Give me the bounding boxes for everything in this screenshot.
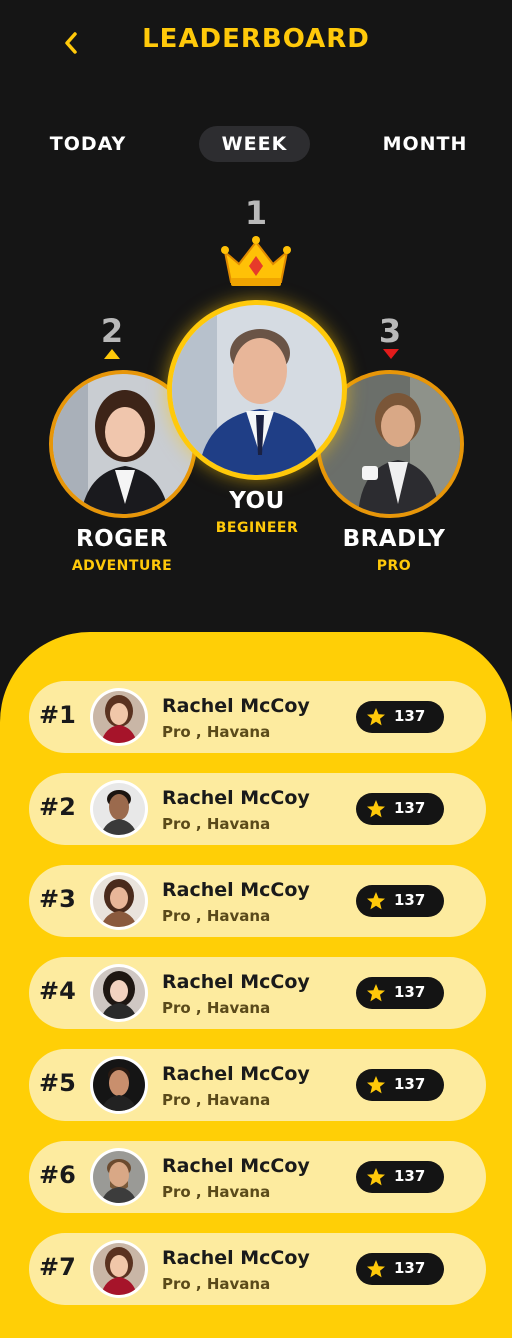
score-badge: 137 bbox=[356, 885, 444, 917]
crown-icon bbox=[221, 236, 291, 286]
row-subtitle: Pro , Havana bbox=[162, 723, 271, 741]
row-subtitle: Pro , Havana bbox=[162, 815, 271, 833]
row-name: Rachel McCoy bbox=[162, 1155, 310, 1177]
podium-first-rank: 1 bbox=[244, 194, 268, 232]
row-subtitle: Pro , Havana bbox=[162, 999, 271, 1017]
star-icon bbox=[367, 984, 385, 1002]
row-rank: #7 bbox=[39, 1253, 76, 1281]
score-value: 137 bbox=[394, 799, 426, 817]
podium-third-rank: 3 bbox=[378, 312, 402, 350]
row-rank: #1 bbox=[39, 701, 76, 729]
row-name: Rachel McCoy bbox=[162, 695, 310, 717]
list-item[interactable]: #3 Rachel McCoy Pro , Havana 137 bbox=[29, 865, 486, 937]
podium-first-avatar[interactable] bbox=[167, 300, 347, 480]
score-value: 137 bbox=[394, 707, 426, 725]
score-badge: 137 bbox=[356, 1069, 444, 1101]
podium-first-name: YOU bbox=[229, 488, 285, 514]
podium-third-level: PRO bbox=[376, 558, 412, 574]
avatar bbox=[90, 1148, 148, 1206]
star-icon bbox=[367, 892, 385, 910]
list-item[interactable]: #1 Rachel McCoy Pro , Havana 137 bbox=[29, 681, 486, 753]
score-badge: 137 bbox=[356, 1161, 444, 1193]
list-item[interactable]: #2 Rachel McCoy Pro , Havana 137 bbox=[29, 773, 486, 845]
podium-second-level: ADVENTURE bbox=[71, 558, 173, 574]
row-subtitle: Pro , Havana bbox=[162, 907, 271, 925]
row-name: Rachel McCoy bbox=[162, 971, 310, 993]
row-subtitle: Pro , Havana bbox=[162, 1275, 271, 1293]
list-item[interactable]: #5 Rachel McCoy Pro , Havana 137 bbox=[29, 1049, 486, 1121]
score-value: 137 bbox=[394, 1259, 426, 1277]
period-tabs: TODAY WEEK MONTH bbox=[0, 126, 512, 162]
row-rank: #5 bbox=[39, 1069, 76, 1097]
avatar bbox=[172, 305, 342, 475]
row-subtitle: Pro , Havana bbox=[162, 1183, 271, 1201]
avatar bbox=[90, 872, 148, 930]
leaderboard-list: #1 Rachel McCoy Pro , Havana 137 #2 Rach… bbox=[0, 632, 512, 1338]
row-name: Rachel McCoy bbox=[162, 1247, 310, 1269]
header: LEADERBOARD bbox=[0, 0, 512, 90]
list-item[interactable]: #4 Rachel McCoy Pro , Havana 137 bbox=[29, 957, 486, 1029]
score-badge: 137 bbox=[356, 793, 444, 825]
score-badge: 137 bbox=[356, 1253, 444, 1285]
trend-up-icon bbox=[104, 349, 120, 359]
star-icon bbox=[367, 1076, 385, 1094]
list-item[interactable]: #6 Rachel McCoy Pro , Havana 137 bbox=[29, 1141, 486, 1213]
row-rank: #2 bbox=[39, 793, 76, 821]
star-icon bbox=[367, 708, 385, 726]
avatar bbox=[90, 780, 148, 838]
row-name: Rachel McCoy bbox=[162, 787, 310, 809]
row-rank: #3 bbox=[39, 885, 76, 913]
list-item[interactable]: #7 Rachel McCoy Pro , Havana 137 bbox=[29, 1233, 486, 1305]
trend-down-icon bbox=[383, 349, 399, 359]
podium-second-rank: 2 bbox=[100, 312, 124, 350]
podium-third-name: BRADLY bbox=[342, 526, 446, 552]
tab-month[interactable]: MONTH bbox=[376, 126, 474, 162]
row-rank: #4 bbox=[39, 977, 76, 1005]
score-badge: 137 bbox=[356, 701, 444, 733]
row-name: Rachel McCoy bbox=[162, 1063, 310, 1085]
avatar bbox=[90, 1056, 148, 1114]
row-rank: #6 bbox=[39, 1161, 76, 1189]
avatar bbox=[90, 688, 148, 746]
star-icon bbox=[367, 800, 385, 818]
star-icon bbox=[367, 1168, 385, 1186]
score-value: 137 bbox=[394, 891, 426, 909]
avatar bbox=[90, 1240, 148, 1298]
star-icon bbox=[367, 1260, 385, 1278]
tab-today[interactable]: TODAY bbox=[44, 126, 132, 162]
tab-week[interactable]: WEEK bbox=[199, 126, 310, 162]
avatar bbox=[90, 964, 148, 1022]
row-subtitle: Pro , Havana bbox=[162, 1091, 271, 1109]
score-value: 137 bbox=[394, 983, 426, 1001]
score-badge: 137 bbox=[356, 977, 444, 1009]
page-title: LEADERBOARD bbox=[142, 24, 370, 54]
podium-second-name: ROGER bbox=[75, 526, 169, 552]
podium-first-level: BEGINEER bbox=[215, 520, 299, 536]
row-name: Rachel McCoy bbox=[162, 879, 310, 901]
score-value: 137 bbox=[394, 1167, 426, 1185]
score-value: 137 bbox=[394, 1075, 426, 1093]
